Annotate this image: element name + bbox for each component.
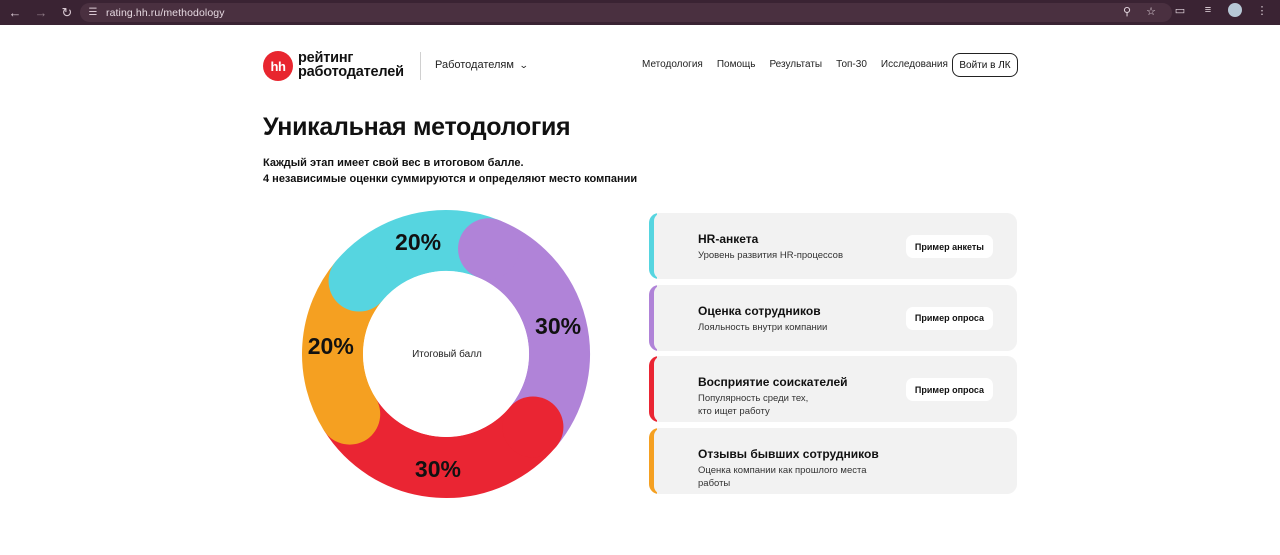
zoom-icon[interactable]: ⚲ — [1120, 5, 1134, 18]
nav-results[interactable]: Результаты — [769, 59, 822, 70]
card-accent-mask — [654, 213, 662, 279]
card-description: Уровень развития HR-процессов — [698, 250, 843, 261]
card-accent-mask — [654, 356, 662, 422]
nav-methodology[interactable]: Методология — [642, 59, 703, 70]
card-title: HR-анкета — [698, 232, 759, 246]
donut-slice-label: 20% — [308, 333, 354, 359]
donut-slice-cap — [458, 218, 520, 280]
audience-label: Работодателям — [435, 59, 514, 71]
login-button[interactable]: Войти в ЛК — [952, 53, 1018, 77]
donut-slice-cap — [319, 383, 381, 445]
logo-mark[interactable]: hh — [263, 51, 293, 81]
nav-research[interactable]: Исследования ⌄ — [880, 59, 961, 70]
subtitle-line-2: 4 независимые оценки суммируются и опред… — [263, 173, 638, 185]
card-description: Популярность среди тех, кто ищет работу — [698, 392, 888, 418]
page-subtitle: Каждый этап имеет свой вес в итоговом ба… — [263, 155, 637, 187]
stage-card-hr-survey: HR-анкета Уровень развития HR-процессов … — [649, 213, 1017, 279]
donut-slice-label: 30% — [535, 313, 581, 339]
logo-line-1: рейтинг — [298, 50, 354, 66]
reload-icon[interactable]: ↻ — [56, 2, 78, 24]
audience-dropdown[interactable]: Работодателям ⌄ — [435, 59, 529, 71]
example-poll-button[interactable]: Пример опроса — [905, 378, 993, 401]
logo-text[interactable]: рейтинг работодателей — [298, 50, 404, 80]
nav-top30[interactable]: Топ-30 — [836, 59, 867, 70]
page-title: Уникальная методология — [263, 113, 571, 141]
donut-center-label: Итоговый балл — [412, 348, 482, 360]
chevron-down-icon: ⌄ — [518, 59, 529, 70]
main-nav: Методология Помощь Результаты Топ-30 Исс… — [642, 59, 961, 70]
donut-slice-label: 30% — [415, 456, 461, 482]
card-description-line-2: работы — [698, 477, 731, 489]
site-header: hh рейтинг работодателей Работодателям ⌄… — [263, 50, 1019, 82]
donut-slice-label: 20% — [395, 229, 441, 255]
nav-research-label: Исследования — [880, 59, 948, 70]
card-description-line-1: Популярность среди тех, — [698, 393, 809, 404]
logo-line-2: работодателей — [298, 64, 404, 80]
card-accent-mask — [654, 427, 662, 494]
card-description: Лояльность внутри компании — [698, 321, 828, 333]
card-accent-mask — [654, 284, 662, 351]
stage-card-former-employees: Отзывы бывших сотрудников Оценка компани… — [649, 427, 1017, 494]
site-info-icon[interactable]: ☰ — [86, 6, 100, 20]
card-title: Восприятие соискателей — [698, 375, 848, 389]
browser-toolbar: ← → ↻ ☰ rating.hh.ru/methodology ⚲ ☆ ▭ ≡… — [0, 0, 1280, 25]
nav-help[interactable]: Помощь — [717, 59, 756, 70]
stage-card-employee-rating: Оценка сотрудников Лояльность внутри ком… — [649, 284, 1017, 351]
menu-icon[interactable]: ⋮ — [1254, 4, 1270, 17]
card-title: Отзывы бывших сотрудников — [698, 446, 879, 461]
example-survey-button[interactable]: Пример анкеты — [905, 235, 993, 258]
subtitle-line-1: Каждый этап имеет свой вес в итоговом ба… — [263, 157, 524, 169]
card-description-line-1: Оценка компании как прошлого места — [698, 464, 867, 476]
stage-card-candidate-perception: Восприятие соискателей Популярность сред… — [649, 356, 1017, 422]
forward-icon[interactable]: → — [30, 2, 52, 24]
header-divider — [420, 52, 421, 80]
address-bar[interactable]: ☰ rating.hh.ru/methodology ⚲ ☆ — [80, 3, 1172, 22]
media-icon[interactable]: ≡ — [1200, 4, 1216, 16]
card-description: Оценка компании как прошлого места работ… — [698, 464, 888, 490]
puzzle-icon[interactable]: ▭ — [1172, 4, 1188, 17]
avatar[interactable] — [1228, 3, 1242, 17]
card-title: Оценка сотрудников — [698, 303, 821, 318]
star-icon[interactable]: ☆ — [1144, 5, 1158, 18]
url-text[interactable]: rating.hh.ru/methodology — [106, 7, 225, 19]
back-icon[interactable]: ← — [4, 2, 26, 24]
card-description-line-2: кто ищет работу — [698, 406, 770, 417]
example-poll-button[interactable]: Пример опроса — [905, 306, 993, 330]
stages-list: HR-анкета Уровень развития HR-процессов … — [649, 213, 1017, 499]
